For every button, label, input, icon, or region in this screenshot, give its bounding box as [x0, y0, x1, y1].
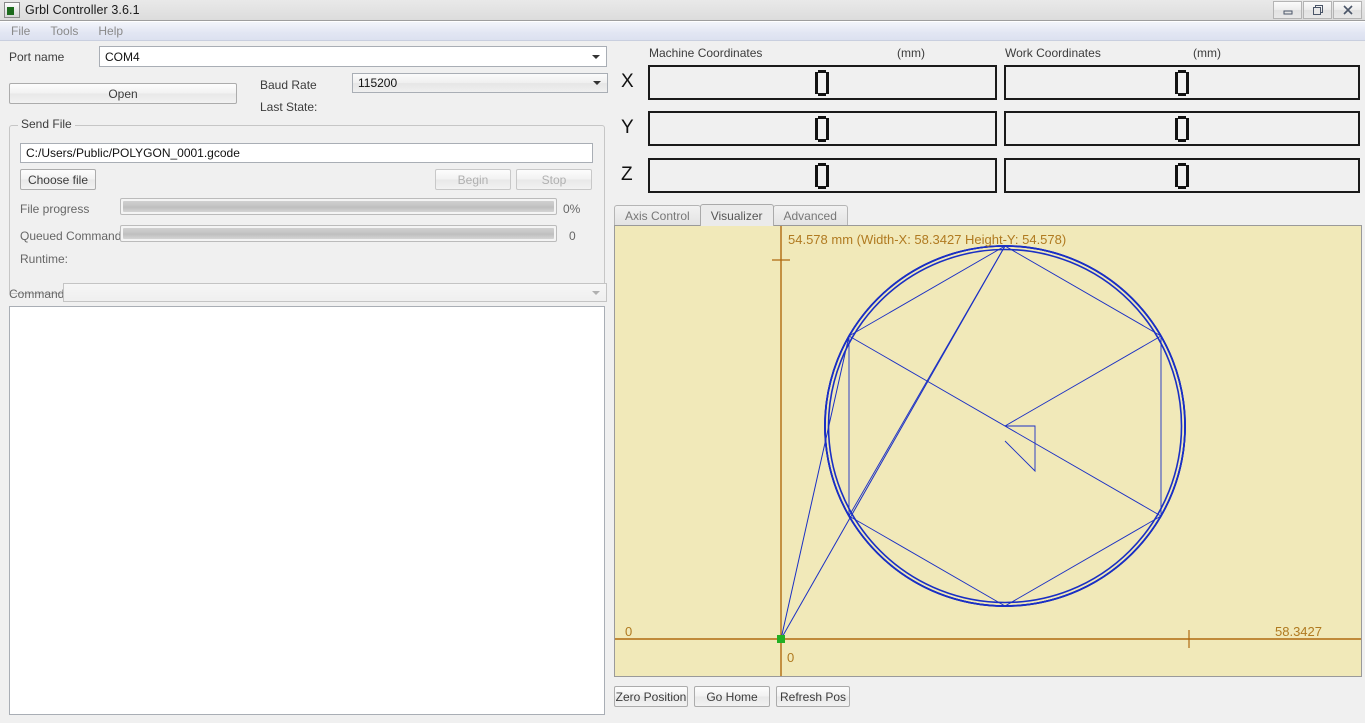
- chevron-down-icon: [592, 291, 600, 295]
- toolpath-geometry: [825, 246, 1185, 606]
- construction-chords: [849, 246, 1161, 606]
- machine-coordinate-x-display: [648, 65, 997, 100]
- close-icon[interactable]: [1333, 1, 1362, 19]
- gcode-file-path-value: C:/Users/Public/POLYGON_0001.gcode: [26, 146, 240, 160]
- queued-commands-bar: [120, 225, 557, 242]
- menu-item-help[interactable]: Help: [89, 23, 132, 39]
- zero-position-button-label: Zero Position: [616, 690, 687, 704]
- command-combo[interactable]: [63, 283, 607, 302]
- console-output[interactable]: [9, 306, 605, 715]
- menu-item-tools[interactable]: Tools: [41, 23, 87, 39]
- queued-commands-value: 0: [569, 229, 576, 243]
- machine-coordinate-z-display: [648, 158, 997, 193]
- gcode-file-path-input[interactable]: C:/Users/Public/POLYGON_0001.gcode: [20, 143, 593, 163]
- work-coordinate-y-value: [1175, 116, 1189, 142]
- machine-coordinate-y-value: [815, 116, 829, 142]
- axis-label-y: Y: [621, 117, 634, 139]
- x-origin-label: 0: [787, 650, 794, 665]
- go-home-button[interactable]: Go Home: [694, 686, 770, 707]
- rapid-moves: [781, 246, 1005, 639]
- open-port-button[interactable]: Open: [9, 83, 237, 104]
- chevron-down-icon: [593, 81, 601, 85]
- go-home-button-label: Go Home: [706, 690, 757, 704]
- command-label: Command: [9, 287, 64, 301]
- zero-position-button[interactable]: Zero Position: [614, 686, 688, 707]
- choose-file-button-label: Choose file: [28, 173, 88, 187]
- app-icon: [4, 2, 20, 18]
- axis-label-x: X: [621, 71, 634, 93]
- work-coordinate-z-display: [1004, 158, 1360, 193]
- machine-coordinate-z-value: [815, 163, 829, 189]
- tab-visualizer[interactable]: Visualizer: [700, 204, 774, 226]
- tab-axis-control[interactable]: Axis Control: [614, 205, 701, 226]
- chevron-down-icon: [592, 55, 600, 59]
- work-coordinate-x-display: [1004, 65, 1360, 100]
- begin-button-label: Begin: [458, 173, 489, 187]
- choose-file-button[interactable]: Choose file: [20, 169, 96, 190]
- maximize-restore-icon[interactable]: [1303, 1, 1332, 19]
- x-max-label: 58.3427: [1275, 624, 1322, 639]
- tab-visualizer-label: Visualizer: [711, 209, 763, 223]
- file-progress-bar: [120, 198, 557, 215]
- last-state-label: Last State:: [260, 100, 317, 114]
- window-controls: [1272, 1, 1362, 20]
- window-title: Grbl Controller 3.6.1: [25, 3, 140, 17]
- visualizer-axes: [615, 226, 1361, 676]
- queued-commands-label: Queued Commands: [20, 229, 127, 243]
- refresh-pos-button[interactable]: Refresh Pos: [776, 686, 850, 707]
- port-name-combo[interactable]: COM4: [99, 46, 607, 67]
- baud-rate-combo[interactable]: 115200: [352, 73, 608, 93]
- baud-rate-value: 115200: [358, 76, 397, 90]
- file-progress-track: [123, 201, 554, 212]
- visualizer-info-text: 54.578 mm (Width-X: 58.3427 Height-Y: 54…: [788, 232, 1066, 247]
- work-coordinate-x-value: [1175, 70, 1189, 96]
- visualizer-tab-bar: Axis Control Visualizer Advanced: [614, 204, 847, 226]
- runtime-label: Runtime:: [20, 252, 68, 266]
- title-bar: Grbl Controller 3.6.1: [0, 0, 1365, 21]
- queued-commands-track: [123, 228, 554, 239]
- tab-advanced-label: Advanced: [784, 209, 837, 223]
- tab-axis-control-label: Axis Control: [625, 209, 690, 223]
- file-progress-label: File progress: [20, 202, 89, 216]
- menu-bar: File Tools Help: [0, 22, 1365, 41]
- file-progress-value: 0%: [563, 202, 580, 216]
- machine-coordinate-x-value: [815, 70, 829, 96]
- visualizer-canvas[interactable]: 54.578 mm (Width-X: 58.3427 Height-Y: 54…: [614, 225, 1362, 677]
- refresh-pos-button-label: Refresh Pos: [780, 690, 846, 704]
- y-origin-label: 0: [625, 624, 632, 639]
- port-name-label: Port name: [9, 50, 64, 64]
- machine-coordinate-y-display: [648, 111, 997, 146]
- menu-item-file[interactable]: File: [2, 23, 39, 39]
- baud-rate-label: Baud Rate: [260, 78, 317, 92]
- port-name-value: COM4: [105, 50, 140, 64]
- machine-coordinates-units: (mm): [897, 46, 925, 60]
- origin-marker: [777, 635, 785, 643]
- axis-label-z: Z: [621, 164, 633, 186]
- minimize-icon[interactable]: [1273, 1, 1302, 19]
- send-file-group-title: Send File: [18, 117, 75, 131]
- work-coordinate-y-display: [1004, 111, 1360, 146]
- open-port-button-label: Open: [108, 87, 137, 101]
- toolpath-svg: 54.578 mm (Width-X: 58.3427 Height-Y: 54…: [615, 226, 1361, 676]
- machine-coordinates-header: Machine Coordinates: [649, 46, 762, 60]
- work-coordinate-z-value: [1175, 163, 1189, 189]
- work-coordinates-units: (mm): [1193, 46, 1221, 60]
- stop-button-label: Stop: [542, 173, 567, 187]
- begin-button[interactable]: Begin: [435, 169, 511, 190]
- work-coordinates-header: Work Coordinates: [1005, 46, 1101, 60]
- stop-button[interactable]: Stop: [516, 169, 592, 190]
- tab-advanced[interactable]: Advanced: [773, 205, 848, 226]
